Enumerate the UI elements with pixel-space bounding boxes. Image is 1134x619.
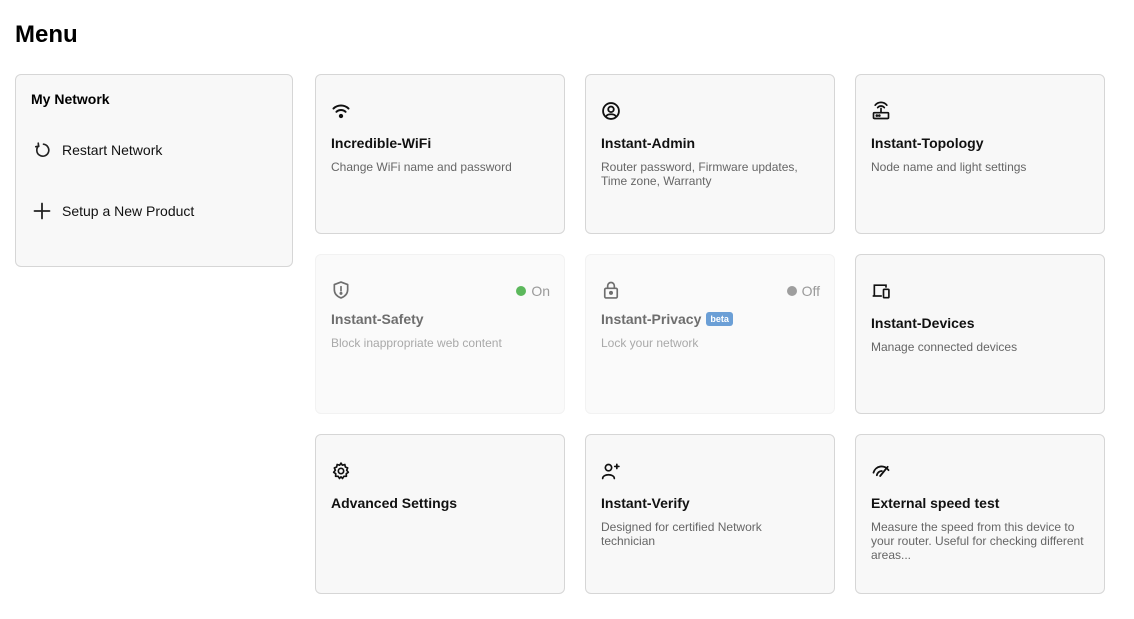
plus-icon: [30, 199, 54, 223]
card-instant-verify[interactable]: Instant-Verify Designed for certified Ne…: [585, 434, 835, 594]
card-title: Instant-Privacy: [601, 311, 702, 327]
card-title: Instant-Verify: [601, 495, 690, 511]
shield-icon: [331, 280, 351, 300]
status-indicator: On: [516, 283, 550, 299]
router-icon: [871, 101, 891, 121]
restart-network-button[interactable]: Restart Network: [30, 138, 162, 162]
wifi-icon: [331, 101, 351, 121]
card-title: Instant-Admin: [601, 135, 696, 151]
card-external-speed-test[interactable]: External speed test Measure the speed fr…: [855, 434, 1105, 594]
card-title-row: Instant-Privacy beta: [601, 311, 733, 327]
technician-icon: [601, 461, 621, 481]
card-description: Lock your network: [601, 336, 699, 350]
setup-new-product-button[interactable]: Setup a New Product: [30, 199, 194, 223]
card-description: Node name and light settings: [871, 160, 1027, 174]
card-description: Measure the speed from this device to yo…: [871, 520, 1084, 562]
card-description: Designed for certified Network technicia…: [601, 520, 762, 548]
card-title: External speed test: [871, 495, 1000, 511]
card-title: Advanced Settings: [331, 495, 458, 511]
status-dot: [786, 286, 797, 296]
card-description: Manage connected devices: [871, 340, 1018, 354]
card-description: Change WiFi name and password: [331, 160, 512, 174]
card-instant-devices[interactable]: Instant-Devices Manage connected devices: [855, 254, 1105, 414]
card-incredible-wifi[interactable]: Incredible-WiFi Change WiFi name and pas…: [315, 74, 565, 234]
devices-icon: [871, 281, 891, 301]
speedometer-icon: [871, 461, 891, 481]
restart-network-label: Restart Network: [62, 142, 163, 158]
card-advanced-settings[interactable]: Advanced Settings: [315, 434, 565, 594]
my-network-panel: My Network Restart Network Setup a New P…: [15, 74, 293, 267]
restart-icon: [30, 138, 54, 162]
card-title: Instant-Topology: [871, 135, 984, 151]
gear-icon: [331, 461, 351, 481]
card-instant-privacy[interactable]: Off Instant-Privacy beta Lock your netwo…: [585, 254, 835, 414]
status-label: On: [531, 283, 550, 299]
card-instant-safety[interactable]: On Instant-Safety Block inappropriate we…: [315, 254, 565, 414]
beta-badge: beta: [706, 312, 733, 326]
card-title: Instant-Devices: [871, 315, 975, 331]
card-title: Instant-Safety: [331, 311, 424, 327]
card-title: Incredible-WiFi: [331, 135, 432, 151]
setup-new-product-label: Setup a New Product: [62, 203, 195, 219]
my-network-title: My Network: [31, 91, 110, 107]
card-description: Router password, Firmware updates, Time …: [601, 160, 798, 188]
status-label: Off: [801, 283, 820, 299]
card-instant-admin[interactable]: Instant-Admin Router password, Firmware …: [585, 74, 835, 234]
card-instant-topology[interactable]: Instant-Topology Node name and light set…: [855, 74, 1105, 234]
status-dot: [516, 286, 527, 296]
card-description: Block inappropriate web content: [331, 336, 502, 350]
lock-icon: [601, 280, 621, 300]
status-indicator: Off: [786, 283, 820, 299]
user-circle-icon: [601, 101, 621, 121]
page-title: Menu: [15, 21, 78, 48]
